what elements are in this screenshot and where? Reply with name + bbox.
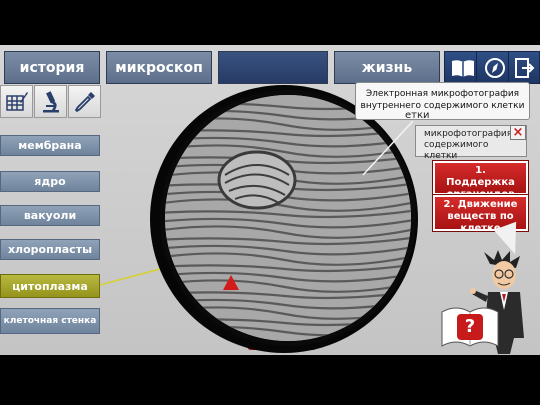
sidebar-item-chloroplasts[interactable]: хлоропласты — [0, 239, 100, 260]
grid-tool-button[interactable] — [0, 85, 33, 118]
function-button-1[interactable]: 1. Поддержка органоидов — [432, 160, 529, 200]
exit-nav-button[interactable] — [508, 51, 540, 84]
info-behind-text: етки — [405, 110, 430, 121]
caption-pointer-line — [362, 120, 414, 176]
sidebar-item-vacuoles[interactable]: вакуоли — [0, 205, 100, 226]
tab-microscope[interactable]: микроскоп — [106, 51, 212, 84]
help-label: ? — [464, 316, 476, 337]
tab-life[interactable]: жизнь — [334, 51, 440, 84]
tab-history[interactable]: история — [4, 51, 100, 84]
info-panel-title: микрофотография содержимого клетки — [424, 129, 513, 161]
microscope-icon — [42, 90, 59, 112]
micrograph-caption: Электронная микрофотография внутреннего … — [355, 82, 530, 120]
microscope-tool-button[interactable] — [34, 85, 67, 118]
app-stage: история микроскоп жизнь мембрана ядро ва… — [0, 45, 540, 355]
sidebar-item-cytoplasm[interactable]: цитоплазма — [0, 274, 100, 298]
book-icon — [452, 59, 474, 77]
exit-icon — [515, 57, 535, 78]
help-book-button[interactable]: ? — [440, 300, 500, 350]
close-button[interactable]: × — [510, 125, 526, 140]
pipette-tool-button[interactable] — [68, 85, 101, 118]
compass-icon — [485, 57, 505, 78]
pipette-icon — [74, 91, 95, 112]
grid-pen-icon — [5, 91, 28, 111]
sidebar-item-membrane[interactable]: мембрана — [0, 135, 100, 156]
tab-cell[interactable] — [218, 51, 328, 84]
sidebar-item-cell-wall[interactable]: клеточная стенка — [0, 308, 100, 334]
sidebar-item-nucleus[interactable]: ядро — [0, 171, 100, 192]
